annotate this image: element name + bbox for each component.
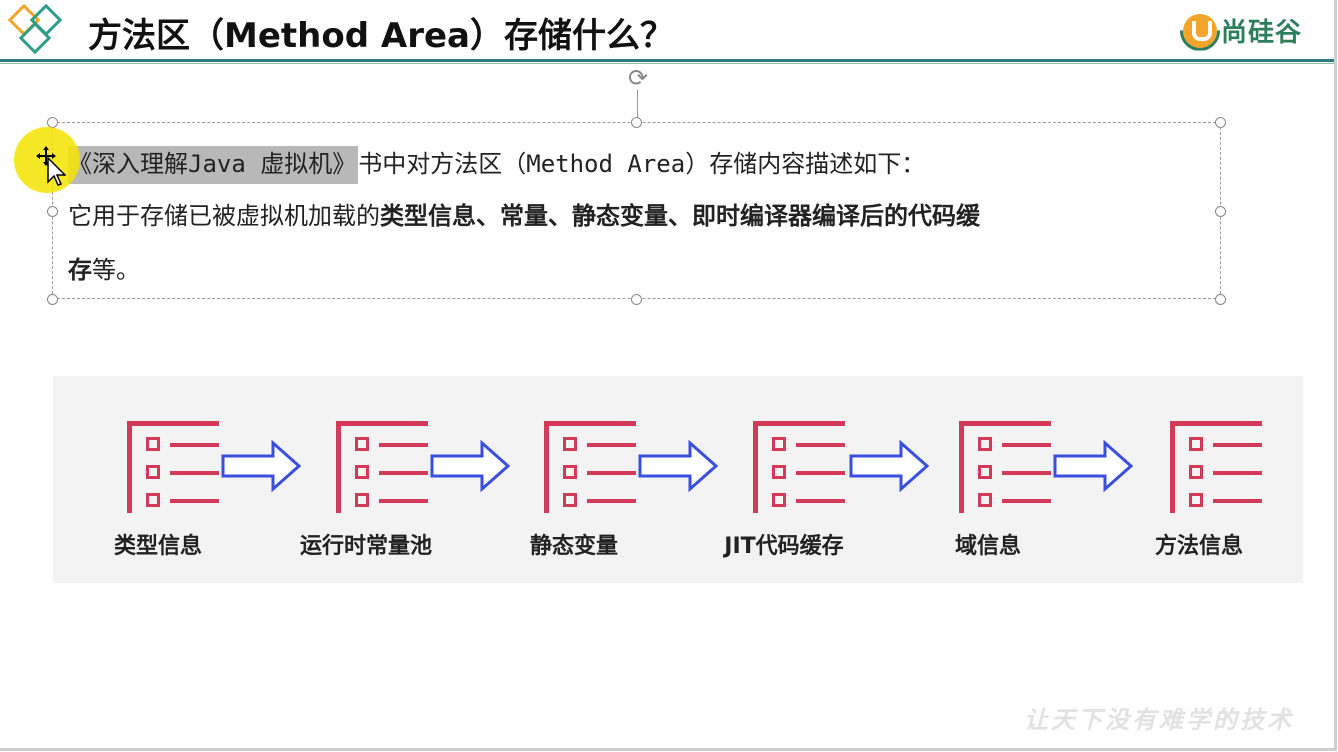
- right-arrow-icon: [849, 440, 929, 492]
- resize-handle-bottom[interactable]: [631, 294, 642, 305]
- line2-bold-text: 类型信息、常量、静态变量、即时编译器编译后的代码缓: [380, 202, 980, 230]
- list-icon: [1170, 421, 1266, 517]
- flow-diagram: 类型信息 运行时常量池 静态变量 JIT代码缓存 域信息 方法信息: [53, 376, 1303, 583]
- move-cursor-icon: [36, 146, 66, 186]
- brand-logo: 尚硅谷: [1182, 12, 1302, 49]
- right-arrow-icon: [638, 440, 718, 492]
- resize-handle-bottom-left[interactable]: [47, 294, 58, 305]
- rotate-handle-icon[interactable]: ⟳: [624, 64, 652, 92]
- right-arrow-icon: [221, 440, 301, 492]
- resize-handle-left[interactable]: [47, 206, 58, 217]
- line3-bold-text: 存: [68, 256, 92, 284]
- list-icon: [959, 421, 1055, 517]
- flow-step-label: 域信息: [954, 534, 1022, 559]
- list-icon: [544, 421, 640, 517]
- selected-text[interactable]: 《深入理解Java 虚拟机》: [68, 146, 359, 184]
- flow-step-label: 类型信息: [113, 534, 203, 559]
- diamond-logo-icon: [7, 4, 63, 55]
- right-arrow-icon: [430, 440, 510, 492]
- textbox-line-1[interactable]: 《深入理解Java 虚拟机》书中对方法区（Method Area）存储内容描述如…: [68, 144, 926, 184]
- resize-handle-bottom-right[interactable]: [1215, 294, 1226, 305]
- brand-name: 尚硅谷: [1220, 18, 1302, 48]
- resize-handle-right[interactable]: [1215, 206, 1226, 217]
- list-icon: [753, 421, 849, 517]
- title-divider-thin: [0, 63, 1334, 64]
- line3-text: 等。: [92, 256, 140, 284]
- line2-text: 它用于存储已被虚拟机加载的: [68, 202, 380, 230]
- watermark: 让天下没有难学的技术: [1024, 706, 1294, 734]
- u-logo-icon: [1182, 13, 1217, 48]
- textbox-line-3[interactable]: 存等。: [68, 250, 140, 285]
- textbox-line-2[interactable]: 它用于存储已被虚拟机加载的类型信息、常量、静态变量、即时编译器编译后的代码缓: [68, 196, 980, 231]
- flow-step-label: JIT代码缓存: [724, 534, 844, 559]
- right-arrow-icon: [1053, 440, 1133, 492]
- list-icon: [127, 421, 223, 517]
- flow-step-label: 运行时常量池: [299, 534, 433, 559]
- list-icon: [336, 421, 432, 517]
- page-title: 方法区（Method Area）存储什么？: [88, 16, 674, 56]
- title-divider: [0, 59, 1334, 62]
- line1-text: 书中对方法区（Method Area）存储内容描述如下：: [358, 150, 926, 178]
- resize-handle-top-right[interactable]: [1215, 117, 1226, 128]
- flow-step-label: 静态变量: [529, 534, 619, 559]
- resize-handle-top[interactable]: [631, 117, 642, 128]
- slide: 方法区（Method Area）存储什么？ 尚硅谷 ⟳ 《深入理解Java 虚拟…: [0, 0, 1337, 751]
- flow-step-label: 方法信息: [1154, 534, 1244, 559]
